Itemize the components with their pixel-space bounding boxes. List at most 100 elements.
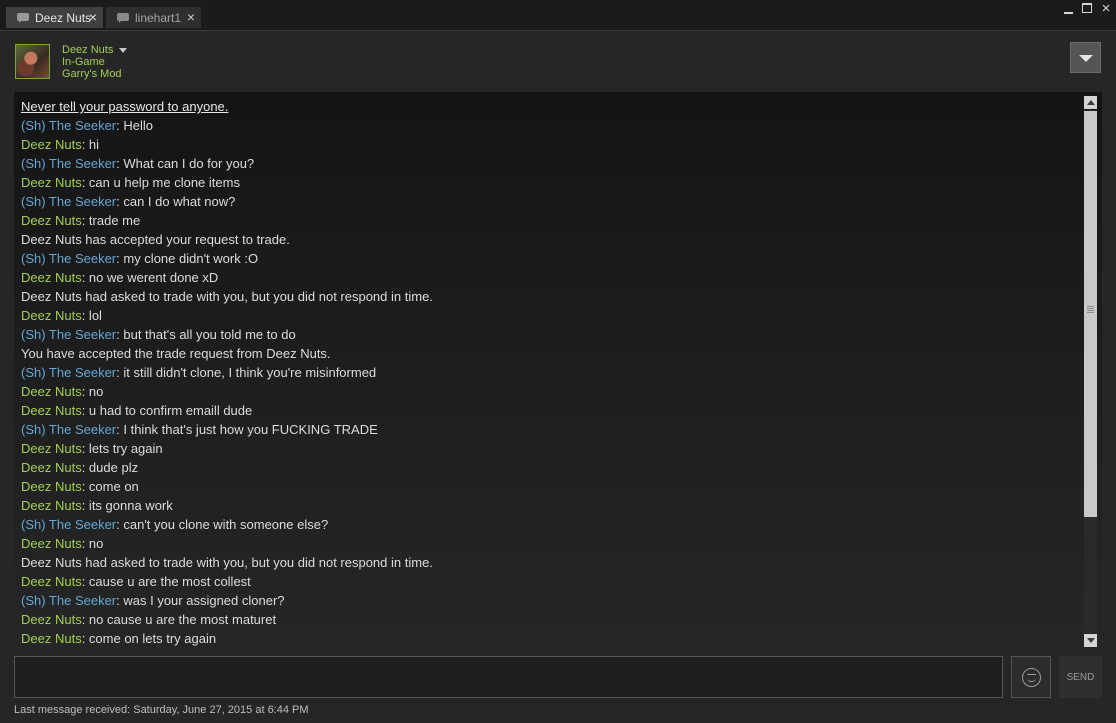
message-sender[interactable]: Deez Nuts xyxy=(21,479,82,494)
chat-message: (Sh) The Seeker: can't you clone with so… xyxy=(21,515,1081,534)
message-list: Never tell your password to anyone. (Sh)… xyxy=(21,97,1081,648)
message-text: : no xyxy=(81,536,104,551)
tab-bar: Deez Nuts × linehart1 × × xyxy=(0,0,1116,30)
chat-message: Deez Nuts: come on lets try again xyxy=(21,629,1081,648)
message-sender[interactable]: (Sh) The Seeker xyxy=(21,422,116,437)
message-text: : can u help me clone items xyxy=(81,175,240,190)
chat-message: Deez Nuts: its gonna work xyxy=(21,496,1081,515)
scrollbar[interactable] xyxy=(1084,96,1098,647)
tab-close-icon[interactable]: × xyxy=(187,10,195,24)
message-sender[interactable]: Deez Nuts xyxy=(21,631,82,646)
scroll-thumb[interactable] xyxy=(1084,111,1097,517)
message-text: : cause u are the most collest xyxy=(81,574,251,589)
message-text: Deez Nuts had asked to trade with you, b… xyxy=(21,289,433,304)
chat-message: Deez Nuts: dude plz xyxy=(21,458,1081,477)
chat-message: (Sh) The Seeker: but that's all you told… xyxy=(21,325,1081,344)
message-sender[interactable]: Deez Nuts xyxy=(21,574,82,589)
message-sender[interactable]: Deez Nuts xyxy=(21,441,82,456)
tab-deez-nuts[interactable]: Deez Nuts × xyxy=(6,7,103,28)
chevron-down-icon xyxy=(1079,55,1093,62)
message-sender[interactable]: Deez Nuts xyxy=(21,536,82,551)
chat-message: Deez Nuts: no cause u are the most matur… xyxy=(21,610,1081,629)
maximize-icon[interactable] xyxy=(1080,1,1094,15)
chat-message: Deez Nuts: u had to confirm emaill dude xyxy=(21,401,1081,420)
message-sender[interactable]: Deez Nuts xyxy=(21,175,82,190)
chevron-down-icon[interactable] xyxy=(119,48,127,53)
password-warning: Never tell your password to anyone. xyxy=(21,99,229,114)
emoticon-button[interactable] xyxy=(1011,656,1051,698)
message-sender[interactable]: (Sh) The Seeker xyxy=(21,593,116,608)
chat-message: Deez Nuts: lets try again xyxy=(21,439,1081,458)
message-text: You have accepted the trade request from… xyxy=(21,346,331,361)
message-text: : What can I do for you? xyxy=(116,156,255,171)
message-sender[interactable]: Deez Nuts xyxy=(21,498,82,513)
message-sender[interactable]: (Sh) The Seeker xyxy=(21,517,116,532)
message-sender[interactable]: (Sh) The Seeker xyxy=(21,365,116,380)
message-text: Deez Nuts has accepted your request to t… xyxy=(21,232,290,247)
message-sender[interactable]: Deez Nuts xyxy=(21,270,82,285)
message-sender[interactable]: (Sh) The Seeker xyxy=(21,118,116,133)
system-message: Deez Nuts had asked to trade with you, b… xyxy=(21,287,1081,306)
friend-status: In-Game xyxy=(62,56,105,68)
send-button[interactable]: SEND xyxy=(1059,656,1102,698)
chat-message: (Sh) The Seeker: I think that's just how… xyxy=(21,420,1081,439)
message-sender[interactable]: Deez Nuts xyxy=(21,213,82,228)
system-message: You have accepted the trade request from… xyxy=(21,344,1081,363)
message-sender[interactable]: (Sh) The Seeker xyxy=(21,156,116,171)
tab-label: linehart1 xyxy=(135,10,182,25)
chat-message: Deez Nuts: come on xyxy=(21,477,1081,496)
scroll-up-arrow-icon[interactable] xyxy=(1084,96,1097,109)
smiley-icon xyxy=(1022,668,1041,687)
chat-message: Deez Nuts: can u help me clone items xyxy=(21,173,1081,192)
message-text: : lol xyxy=(81,308,102,323)
message-text: : trade me xyxy=(81,213,141,228)
message-text: : dude plz xyxy=(81,460,139,475)
message-text: : was I your assigned cloner? xyxy=(116,593,285,608)
tab-linehart1[interactable]: linehart1 × xyxy=(106,7,201,28)
scroll-down-arrow-icon[interactable] xyxy=(1084,634,1097,647)
message-text: : but that's all you told me to do xyxy=(116,327,296,342)
chat-header: Deez Nuts In-Game Garry's Mod xyxy=(0,30,1116,93)
message-text: : can I do what now? xyxy=(116,194,236,209)
message-text: : it still didn't clone, I think you're … xyxy=(116,365,377,380)
window-close-icon[interactable]: × xyxy=(1099,1,1113,16)
message-sender[interactable]: Deez Nuts xyxy=(21,308,82,323)
message-sender[interactable]: (Sh) The Seeker xyxy=(21,251,116,266)
message-input[interactable] xyxy=(15,657,1002,697)
message-input-box[interactable] xyxy=(14,656,1003,698)
chat-message: (Sh) The Seeker: can I do what now? xyxy=(21,192,1081,211)
minimize-icon[interactable] xyxy=(1061,1,1075,15)
tab-label: Deez Nuts xyxy=(35,10,92,25)
tab-close-icon[interactable]: × xyxy=(89,10,97,24)
last-message-status: Last message received: Saturday, June 27… xyxy=(14,704,309,716)
chat-bubble-icon xyxy=(117,12,129,23)
message-text: : no xyxy=(81,384,104,399)
friend-game: Garry's Mod xyxy=(62,68,122,80)
message-text: : can't you clone with someone else? xyxy=(116,517,329,532)
message-text: : come on lets try again xyxy=(81,631,217,646)
system-message: Deez Nuts has accepted your request to t… xyxy=(21,230,1081,249)
chat-message: (Sh) The Seeker: Hello xyxy=(21,116,1081,135)
message-text: : u had to confirm emaill dude xyxy=(81,403,253,418)
chat-message: (Sh) The Seeker: my clone didn't work :O xyxy=(21,249,1081,268)
chat-message: Deez Nuts: hi xyxy=(21,135,1081,154)
message-text: : I think that's just how you FUCKING TR… xyxy=(116,422,378,437)
options-dropdown-button[interactable] xyxy=(1070,42,1101,73)
message-text: : its gonna work xyxy=(81,498,173,513)
friend-name[interactable]: Deez Nuts xyxy=(62,44,113,56)
message-sender[interactable]: Deez Nuts xyxy=(21,460,82,475)
chat-message: (Sh) The Seeker: was I your assigned clo… xyxy=(21,591,1081,610)
avatar[interactable] xyxy=(15,44,50,79)
message-text: : no we werent done xD xyxy=(81,270,219,285)
message-sender[interactable]: Deez Nuts xyxy=(21,384,82,399)
message-sender[interactable]: Deez Nuts xyxy=(21,612,82,627)
message-sender[interactable]: Deez Nuts xyxy=(21,137,82,152)
message-text: : Hello xyxy=(116,118,153,133)
chat-message: Deez Nuts: trade me xyxy=(21,211,1081,230)
chat-message: (Sh) The Seeker: it still didn't clone, … xyxy=(21,363,1081,382)
message-sender[interactable]: (Sh) The Seeker xyxy=(21,194,116,209)
message-sender[interactable]: Deez Nuts xyxy=(21,403,82,418)
message-sender[interactable]: (Sh) The Seeker xyxy=(21,327,116,342)
message-text: Deez Nuts had asked to trade with you, b… xyxy=(21,555,433,570)
message-text: : lets try again xyxy=(81,441,163,456)
